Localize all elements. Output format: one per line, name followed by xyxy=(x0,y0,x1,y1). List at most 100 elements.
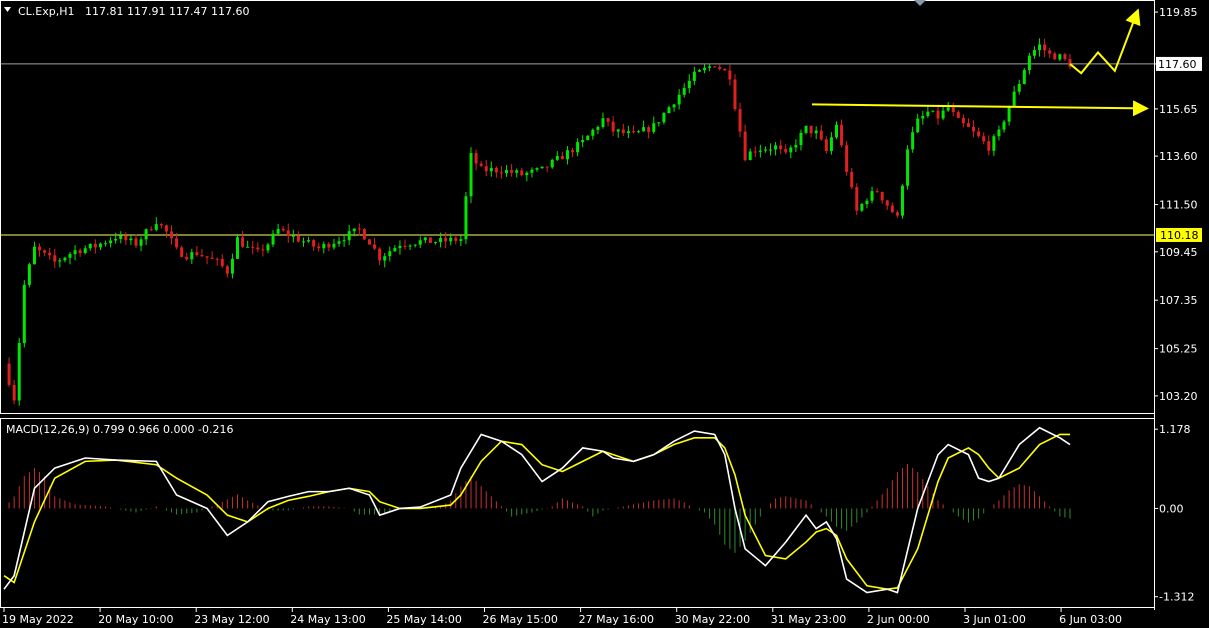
candle-body xyxy=(134,238,138,246)
candle-body xyxy=(774,145,778,150)
chart-window: 119.85 117.60 115.65 113.60 111.50 109.45 107.… xyxy=(0,0,1209,628)
annotations xyxy=(811,8,1149,117)
candle-body xyxy=(175,238,179,248)
candle xyxy=(870,186,874,204)
candle-body xyxy=(743,131,747,161)
macd-tick-label: -1.312 xyxy=(1159,591,1194,604)
candle xyxy=(855,183,859,216)
candle-body xyxy=(525,172,529,176)
price-and-macd-chart[interactable]: 119.85 117.60 115.65 113.60 111.50 109.45 107.… xyxy=(0,0,1209,628)
candle xyxy=(144,228,148,245)
time-tick-label: 3 Jun 01:00 xyxy=(963,613,1026,626)
candle-body xyxy=(875,191,879,193)
candle xyxy=(185,252,189,261)
candle xyxy=(484,160,488,177)
candle-body xyxy=(1038,44,1042,51)
candle xyxy=(378,247,382,266)
candle xyxy=(596,125,600,135)
candle-body xyxy=(550,159,554,168)
candle-body xyxy=(586,135,590,141)
candle-body xyxy=(403,245,407,247)
candle-body xyxy=(205,256,209,258)
candle xyxy=(723,68,727,71)
candle xyxy=(418,236,422,248)
candle xyxy=(611,116,615,137)
candle-body xyxy=(819,130,823,140)
candle-body xyxy=(93,243,97,248)
time-tick-label: 31 May 23:00 xyxy=(771,613,846,626)
candle xyxy=(540,166,544,169)
candle xyxy=(474,149,478,171)
candle xyxy=(205,256,209,264)
candle xyxy=(1043,38,1047,58)
current-price-label: 117.60 xyxy=(1158,58,1197,71)
candle-body xyxy=(931,110,935,112)
candle xyxy=(865,198,869,209)
candle xyxy=(38,243,42,257)
candle-body xyxy=(449,237,453,242)
candle-body xyxy=(753,151,757,153)
candle xyxy=(454,235,458,245)
candle xyxy=(987,135,991,156)
candle-body xyxy=(357,228,361,230)
candle-body xyxy=(921,115,925,119)
candle-body xyxy=(383,256,387,261)
time-axis: 19 May 2022 20 May 10:00 23 May 12:00 24 Ma… xyxy=(2,608,1122,626)
candle-body xyxy=(540,166,544,169)
candle-body xyxy=(464,196,468,240)
candle xyxy=(621,123,625,137)
candle xyxy=(1038,38,1042,57)
scroll-marker-icon[interactable] xyxy=(914,0,926,6)
candle-body xyxy=(779,145,783,149)
candle-body xyxy=(581,140,585,143)
candle xyxy=(692,66,696,86)
candle-body xyxy=(17,343,21,401)
collapse-triangle-icon[interactable] xyxy=(4,7,11,12)
candle xyxy=(134,234,138,249)
candle xyxy=(327,241,331,252)
candle-body xyxy=(824,139,828,152)
candle xyxy=(860,202,864,213)
candle xyxy=(926,105,930,118)
candle-body xyxy=(32,246,36,265)
candle-body xyxy=(494,168,498,173)
candle xyxy=(525,171,529,182)
candle-body xyxy=(692,71,696,81)
candle xyxy=(195,246,199,257)
candle-body xyxy=(286,230,290,237)
candle xyxy=(225,264,229,278)
candle xyxy=(677,89,681,110)
candle-body xyxy=(281,228,285,231)
candle xyxy=(997,125,1001,141)
candle xyxy=(713,65,717,68)
candle-body xyxy=(362,229,366,240)
price-axis: 119.85 117.60 115.65 113.60 111.50 109.45 107.… xyxy=(1154,6,1202,604)
candle-body xyxy=(43,250,47,253)
candle xyxy=(972,120,976,138)
candle xyxy=(68,252,72,265)
candle-body xyxy=(718,66,722,69)
candle-body xyxy=(591,129,595,136)
candle-body xyxy=(408,245,412,247)
candle xyxy=(931,110,935,113)
candle-body xyxy=(164,225,168,232)
candle xyxy=(281,225,285,232)
candle-body xyxy=(423,237,427,241)
candle-body xyxy=(129,238,133,241)
candle-body xyxy=(936,110,940,119)
candle xyxy=(296,231,300,243)
candle xyxy=(753,146,757,158)
candle-body xyxy=(225,266,229,274)
candle xyxy=(261,244,265,257)
candle xyxy=(114,232,118,244)
time-tick-label: 30 May 22:00 xyxy=(675,613,750,626)
candle xyxy=(555,151,559,162)
candle-body xyxy=(545,166,549,168)
candle xyxy=(347,224,351,245)
candle xyxy=(982,132,986,145)
candle xyxy=(317,242,321,252)
candle xyxy=(1048,47,1052,58)
candle xyxy=(794,139,798,153)
candle xyxy=(27,262,31,288)
candle xyxy=(738,102,742,138)
